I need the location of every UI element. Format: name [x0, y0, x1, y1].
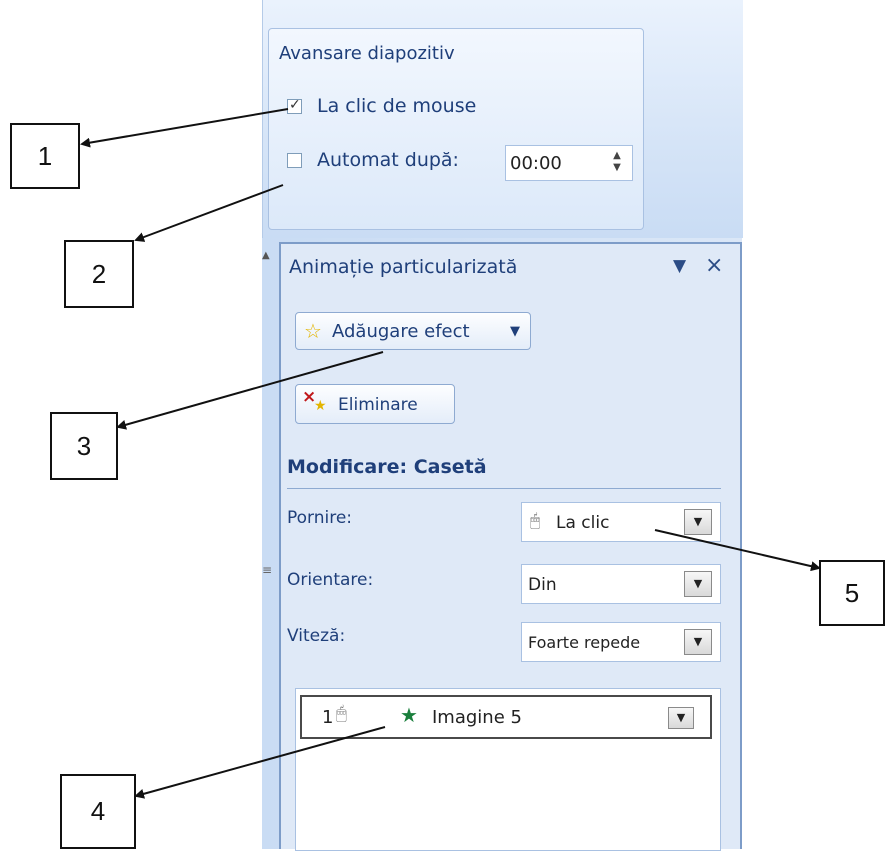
add-effect-label: Adăugare efect [332, 321, 470, 342]
custom-animation-pane: Animație particularizată ▼ × ☆ Adăugare … [279, 242, 742, 851]
callout-4: 4 [60, 774, 136, 849]
speed-select[interactable]: Foarte repede ▼ [521, 622, 721, 662]
scroll-up-icon[interactable]: ▲ [262, 250, 274, 264]
on-click-checkbox[interactable] [287, 97, 302, 114]
item-label: Imagine 5 [432, 707, 522, 728]
automatic-time-input[interactable]: 00:00 ▲ ▼ [505, 145, 633, 181]
time-spinner[interactable]: ▲ ▼ [610, 150, 624, 176]
time-value: 00:00 [510, 153, 562, 174]
callout-2: 2 [64, 240, 134, 308]
start-value: La clic [556, 513, 610, 533]
automatic-label: Automat după: [317, 149, 459, 171]
spin-down-icon[interactable]: ▼ [610, 162, 624, 174]
direction-value: Din [528, 575, 557, 595]
animation-list[interactable]: 1 🖱 ★ Imagine 5 ▼ [295, 688, 721, 851]
arrow-2 [134, 184, 284, 242]
callout-3: 3 [50, 412, 118, 480]
speed-value: Foarte repede [528, 633, 641, 652]
splitter-grip-icon[interactable]: ≡ [262, 563, 272, 577]
pane-title: Animație particularizată [289, 256, 518, 278]
star-icon: ☆ [304, 319, 322, 343]
on-click-label: La clic de mouse [317, 95, 477, 117]
list-item[interactable]: 1 🖱 ★ Imagine 5 ▼ [300, 695, 712, 739]
callout-1: 1 [10, 123, 80, 189]
entrance-star-icon: ★ [400, 703, 418, 727]
mouse-icon: 🖱 [530, 511, 541, 531]
direction-label: Orientare: [287, 570, 374, 590]
remove-star-icon: ★ [314, 398, 327, 414]
modify-header: Modificare: Casetă [287, 456, 487, 478]
arrow-1 [80, 108, 289, 148]
speed-label: Viteză: [287, 626, 346, 646]
direction-select[interactable]: Din ▼ [521, 564, 721, 604]
add-effect-button[interactable]: ☆ Adăugare efect ▼ [295, 312, 531, 350]
mouse-icon: 🖱 [336, 703, 347, 724]
group-title: Avansare diapozitiv [279, 43, 455, 64]
pane-menu-icon[interactable]: ▼ [673, 256, 686, 276]
header-divider [287, 488, 721, 489]
chevron-down-icon: ▼ [510, 324, 520, 339]
start-dropdown-icon[interactable]: ▼ [684, 509, 712, 535]
remove-label: Eliminare [338, 395, 418, 415]
start-select[interactable]: 🖱 La clic ▼ [521, 502, 721, 542]
automatic-checkbox[interactable] [287, 153, 302, 168]
close-icon[interactable]: × [705, 253, 723, 278]
spin-up-icon[interactable]: ▲ [610, 150, 624, 162]
item-dropdown-icon[interactable]: ▼ [668, 707, 694, 729]
item-order: 1 [322, 707, 334, 728]
remove-button[interactable]: × ★ Eliminare [295, 384, 455, 424]
speed-dropdown-icon[interactable]: ▼ [684, 629, 712, 655]
direction-dropdown-icon[interactable]: ▼ [684, 571, 712, 597]
callout-5: 5 [819, 560, 885, 626]
slide-advance-group: Avansare diapozitiv La clic de mouse Aut… [268, 28, 644, 230]
start-label: Pornire: [287, 508, 353, 528]
